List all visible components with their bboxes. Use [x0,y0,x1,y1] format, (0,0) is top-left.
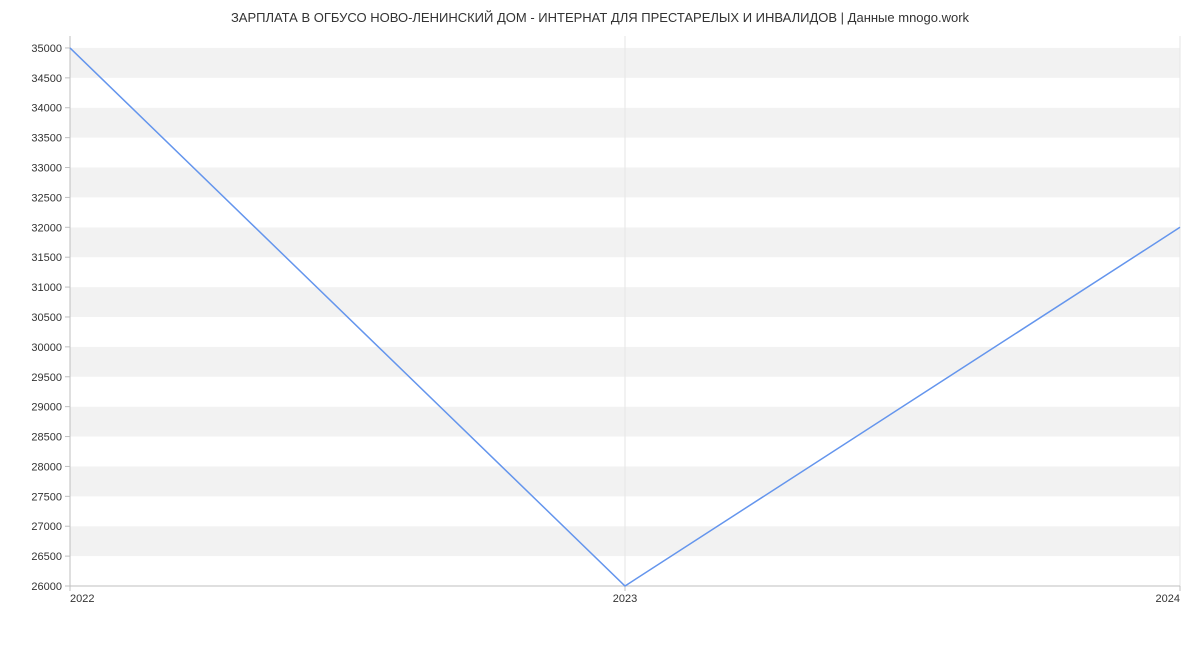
y-tick-label: 32500 [31,192,62,204]
chart-container: ЗАРПЛАТА В ОГБУСО НОВО-ЛЕНИНСКИЙ ДОМ - И… [0,0,1200,650]
x-tick-label: 2022 [70,593,94,605]
y-tick-label: 33000 [31,163,62,175]
y-tick-label: 32000 [31,222,62,234]
y-tick-label: 34000 [31,103,62,115]
y-tick-label: 33500 [31,133,62,145]
chart-title: ЗАРПЛАТА В ОГБУСО НОВО-ЛЕНИНСКИЙ ДОМ - И… [0,10,1200,25]
plot-area: 2600026500270002750028000285002900029500… [70,36,1180,606]
x-tick-label: 2024 [1156,593,1180,605]
y-tick-label: 31000 [31,282,62,294]
y-tick-label: 30000 [31,342,62,354]
y-tick-label: 26000 [31,581,62,593]
y-tick-label: 29500 [31,372,62,384]
y-tick-label: 27500 [31,491,62,503]
y-tick-label: 28500 [31,432,62,444]
x-tick-label: 2023 [613,593,637,605]
y-tick-label: 31500 [31,252,62,264]
y-tick-label: 27000 [31,521,62,533]
y-tick-label: 28000 [31,461,62,473]
y-tick-label: 34500 [31,73,62,85]
y-tick-label: 35000 [31,43,62,55]
chart-svg: 2600026500270002750028000285002900029500… [70,36,1180,606]
y-tick-label: 30500 [31,312,62,324]
y-tick-label: 26500 [31,551,62,563]
y-tick-label: 29000 [31,402,62,414]
